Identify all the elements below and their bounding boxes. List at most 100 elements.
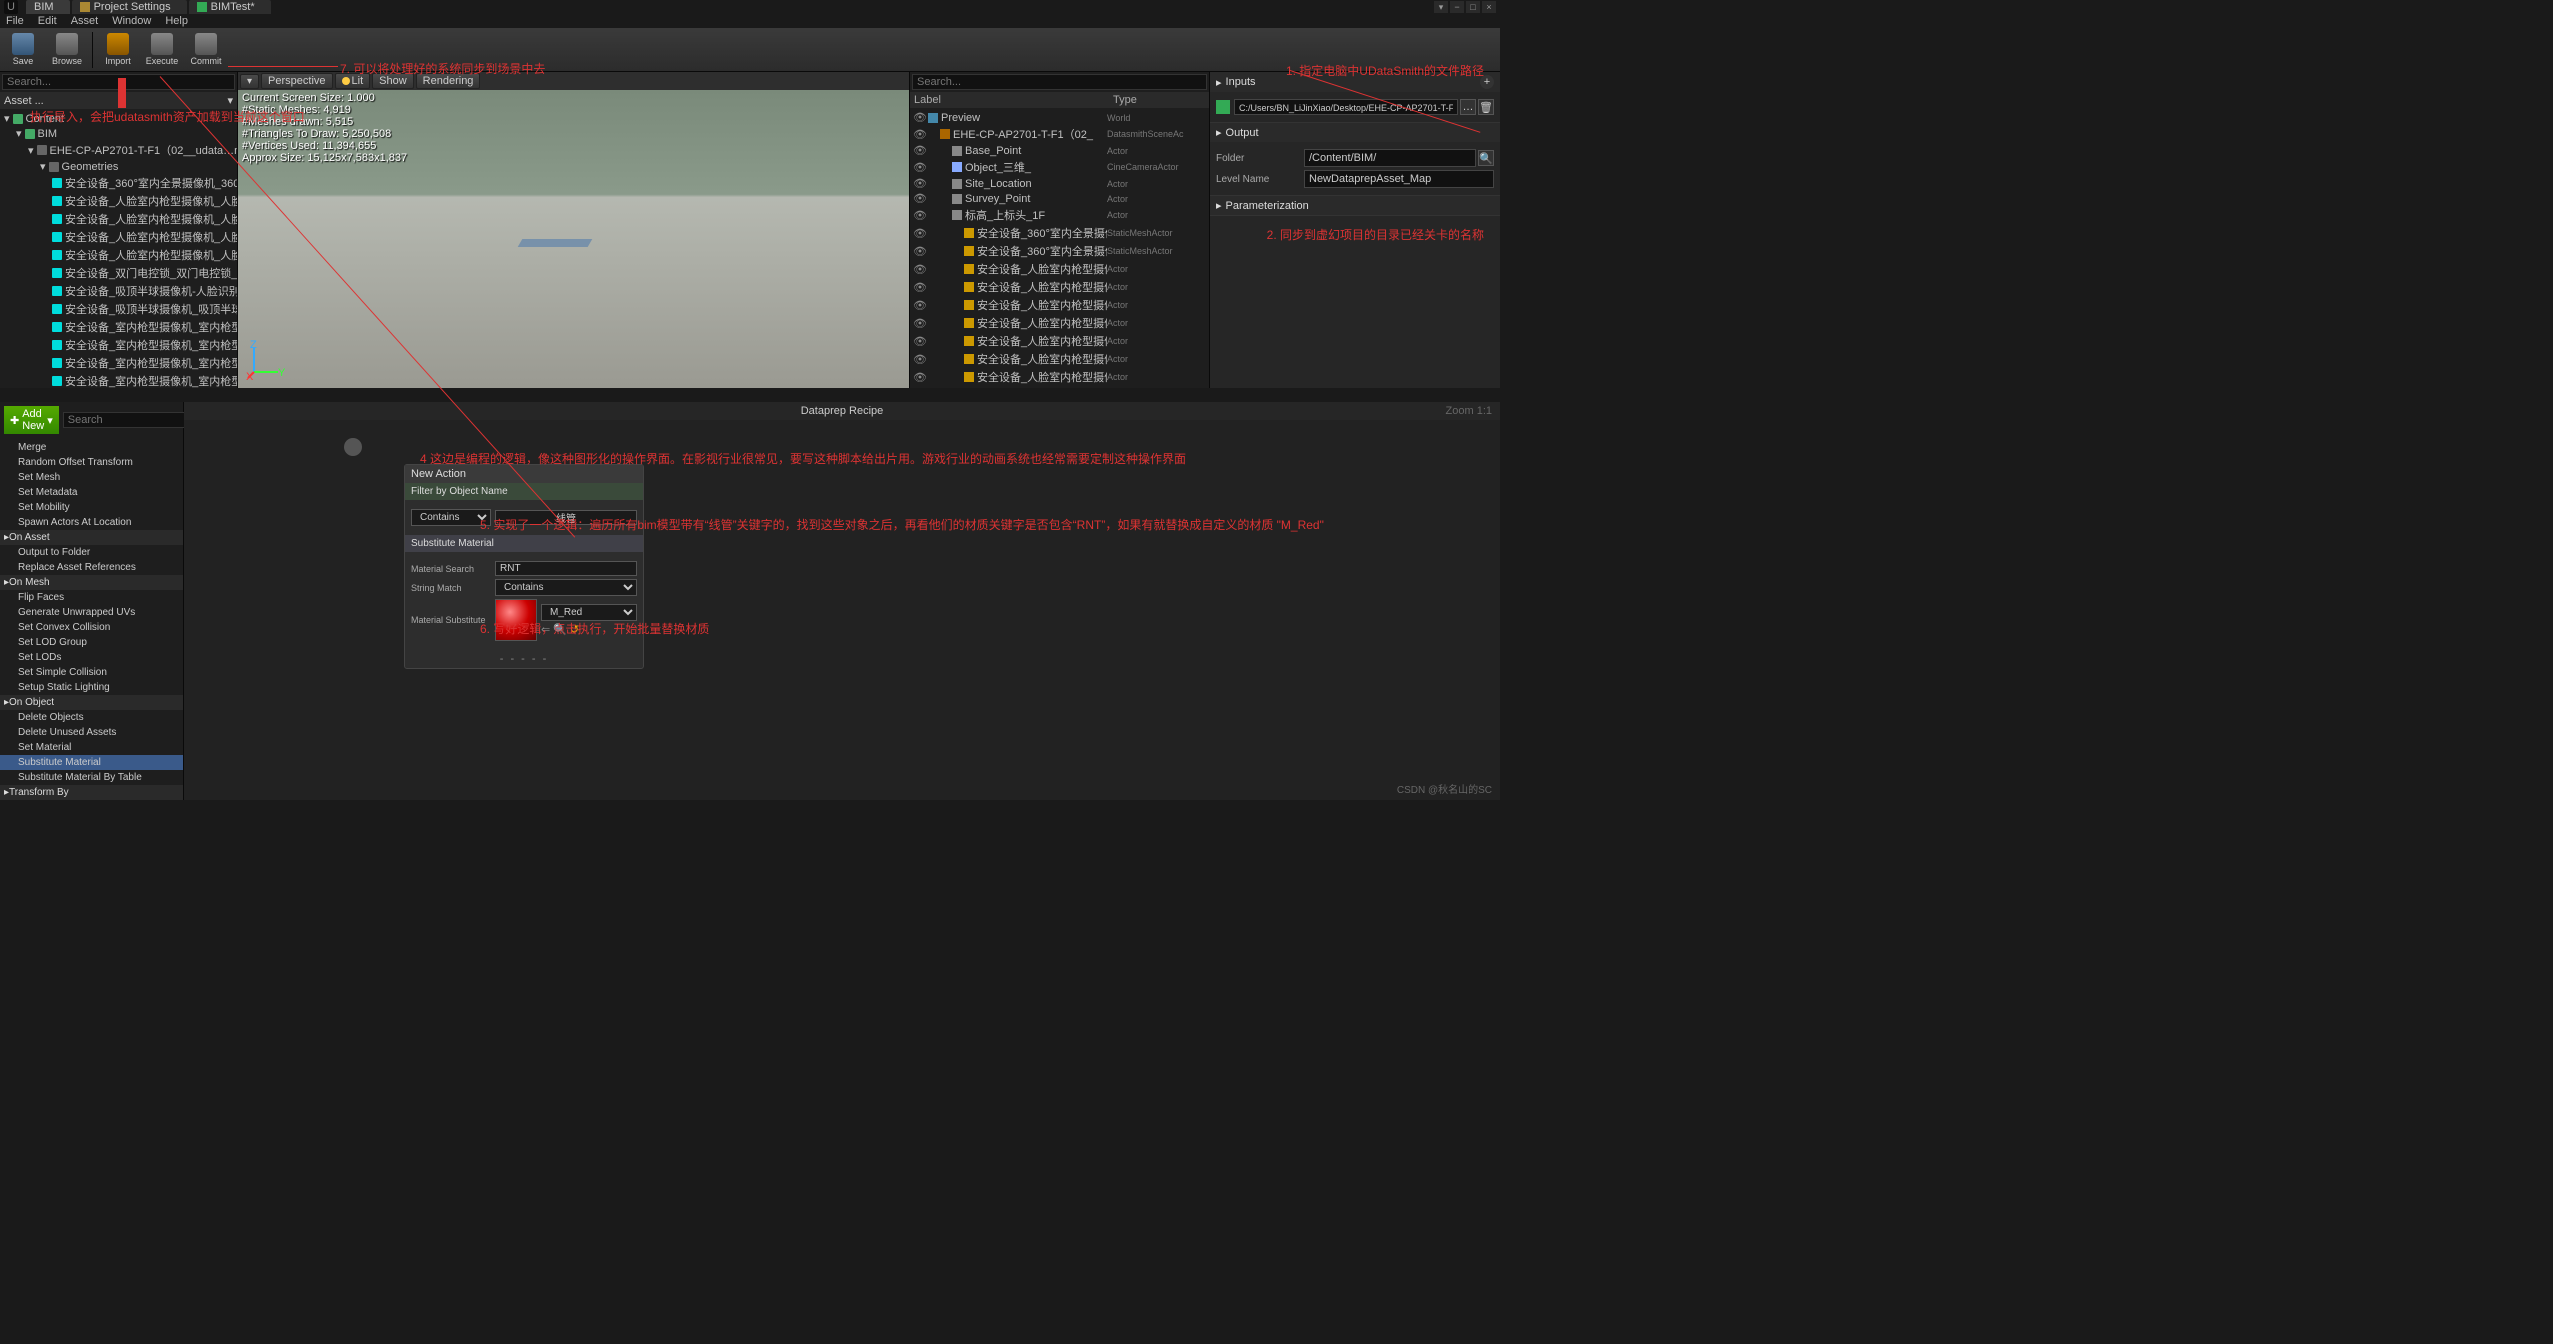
outliner-row[interactable]: 👁 Base_Point Actor [910,143,1209,158]
action-item[interactable]: Delete Objects [0,710,183,725]
action-item[interactable]: Flip Faces [0,590,183,605]
outliner-row[interactable]: 👁 安全设备_人脸室内枪型摄像机_人 Actor [910,386,1209,388]
reset-icon[interactable]: ↺ [570,623,579,636]
delete-input-button[interactable]: 🗑 [1478,99,1494,115]
output-section-header[interactable]: ▸ Output [1210,123,1500,142]
tree-row[interactable]: ▾EHE-CP-AP2701-T-F1（02__udata…mi [0,141,237,159]
recipe-graph[interactable]: Dataprep Recipe Zoom 1:1 New Action Filt… [184,402,1500,800]
visibility-icon[interactable]: 👁 [912,317,928,330]
action-item[interactable]: Setup Static Lighting [0,680,183,695]
node-add-step[interactable]: - - - - - [405,650,643,668]
action-item[interactable]: Random Offset Transform [0,455,183,470]
input-path-field[interactable] [1234,99,1458,115]
outliner-row[interactable]: 👁 Site_Location Actor [910,176,1209,191]
tree-row[interactable]: 安全设备_360°室内全景摄像机_360… [0,174,237,192]
action-item[interactable]: Substitute Material [0,755,183,770]
visibility-icon[interactable]: 👁 [912,245,928,258]
add-input-button[interactable]: + [1480,75,1494,89]
outliner-row[interactable]: 👁 安全设备_人脸室内枪型摄像机_人 Actor [910,278,1209,296]
action-item[interactable]: Set LODs [0,650,183,665]
show-button[interactable]: Show [372,73,414,89]
visibility-icon[interactable]: 👁 [912,263,928,276]
mat-search-input[interactable] [495,561,637,576]
action-item[interactable]: Set Simple Collision [0,665,183,680]
close-button[interactable]: × [1482,1,1496,13]
execute-button[interactable]: Execute [143,30,181,70]
visibility-icon[interactable]: 👁 [912,353,928,366]
outliner-row[interactable]: 👁 安全设备_人脸室内枪型摄像机_人 Actor [910,332,1209,350]
action-item[interactable]: Output to Folder [0,545,183,560]
tab-project-settings[interactable]: Project Settings [72,0,187,14]
perspective-button[interactable]: Perspective [261,73,332,89]
action-item[interactable]: Set LOD Group [0,635,183,650]
action-item[interactable]: Delete Unused Assets [0,725,183,740]
tree-row[interactable]: 安全设备_室内枪型摄像机_室内枪型… [0,336,237,354]
outliner-search-input[interactable] [912,74,1207,90]
param-section-header[interactable]: ▸ Parameterization [1210,196,1500,215]
browse-path-button[interactable]: … [1460,99,1476,115]
visibility-icon[interactable]: 👁 [912,177,928,190]
action-node[interactable]: New Action Filter by Object Name Contain… [404,464,644,669]
viewport-options-button[interactable]: ▾ [240,74,259,89]
add-new-button[interactable]: ✚ Add New ▾ [4,406,59,434]
menu-file[interactable]: File [6,15,24,27]
string-match-select[interactable]: Contains [495,579,637,596]
lit-button[interactable]: Lit [335,73,371,89]
outliner-row[interactable]: 👁 安全设备_人脸室内枪型摄像机_人 Actor [910,350,1209,368]
3d-viewport[interactable]: Current Screen Size: 1.000#Static Meshes… [238,90,909,388]
outliner-tree[interactable]: 👁 Preview World 👁 EHE-CP-AP2701-T-F1（02_… [910,108,1209,388]
visibility-icon[interactable]: 👁 [912,371,928,384]
outliner-row[interactable]: 👁 安全设备_360°室内全景摄像机_36 StaticMeshActor [910,224,1209,242]
visibility-icon[interactable]: 👁 [912,161,928,174]
tree-row[interactable]: ▾Geometries [0,159,237,174]
visibility-icon[interactable]: 👁 [912,299,928,312]
contains-select[interactable]: Contains [411,509,491,526]
material-thumbnail[interactable] [495,599,537,641]
save-button[interactable]: Save [4,30,42,70]
outliner-row[interactable]: 👁 Preview World [910,110,1209,125]
outliner-row[interactable]: 👁 安全设备_人脸室内枪型摄像机_人 Actor [910,260,1209,278]
tree-row[interactable]: 安全设备_室内枪型摄像机_室内枪型… [0,318,237,336]
tab-bim[interactable]: BIM [26,0,70,14]
minimize-button[interactable]: − [1450,1,1464,13]
col-type[interactable]: Type [1109,92,1209,108]
visibility-icon[interactable]: 👁 [912,335,928,348]
action-item[interactable]: Spawn Actors At Location [0,515,183,530]
inputs-section-header[interactable]: ▸ Inputs+ [1210,72,1500,92]
browse-folder-button[interactable]: 🔍 [1478,150,1494,166]
tree-row[interactable]: ▾BIM [0,126,237,141]
menu-window[interactable]: Window [112,15,151,27]
action-item[interactable]: Set Material [0,740,183,755]
action-item[interactable]: Replace Asset References [0,560,183,575]
visibility-icon[interactable]: 👁 [912,144,928,157]
tree-row[interactable]: 安全设备_人脸室内枪型摄像机_人脸… [0,192,237,210]
material-select[interactable]: M_Red [541,604,637,621]
tree-row[interactable]: 安全设备_吸顶半球摄像机-人脸识别… [0,282,237,300]
outliner-row[interactable]: 👁 Object_三维_ CineCameraActor [910,158,1209,176]
import-button[interactable]: Import [99,30,137,70]
tree-row[interactable]: ▾Content [0,111,237,126]
action-tree[interactable]: MergeRandom Offset TransformSet MeshSet … [0,438,183,800]
filter-value-input[interactable] [495,510,637,525]
tree-row[interactable]: 安全设备_室内枪型摄像机_室内枪型… [0,372,237,388]
tree-row[interactable]: 安全设备_人脸室内枪型摄像机_人脸… [0,210,237,228]
level-name-field[interactable] [1304,170,1494,188]
outliner-row[interactable]: 👁 EHE-CP-AP2701-T-F1（02_ DatasmithSceneA… [910,125,1209,143]
commit-button[interactable]: Commit [187,30,225,70]
menu-asset[interactable]: Asset [71,15,99,27]
action-category[interactable]: ▸On Mesh [0,575,183,590]
dropdown-icon[interactable]: ▾ [227,94,233,107]
visibility-icon[interactable]: 👁 [912,192,928,205]
menu-help[interactable]: Help [165,15,188,27]
use-selected-icon[interactable]: ⇐ [541,623,550,636]
outliner-row[interactable]: 👁 安全设备_人脸室内枪型摄像机_人 Actor [910,314,1209,332]
outliner-row[interactable]: 👁 安全设备_人脸室内枪型摄像机_人 Actor [910,296,1209,314]
asset-search-input[interactable] [2,74,235,90]
action-item[interactable]: Substitute Material By Table [0,770,183,785]
visibility-icon[interactable]: 👁 [912,128,928,141]
outliner-row[interactable]: 👁 安全设备_360°室内全景摄像机_36 StaticMeshActor [910,242,1209,260]
visibility-icon[interactable]: 👁 [912,281,928,294]
visibility-icon[interactable]: 👁 [912,209,928,222]
action-category[interactable]: ▸On Asset [0,530,183,545]
folder-field[interactable] [1304,149,1476,167]
